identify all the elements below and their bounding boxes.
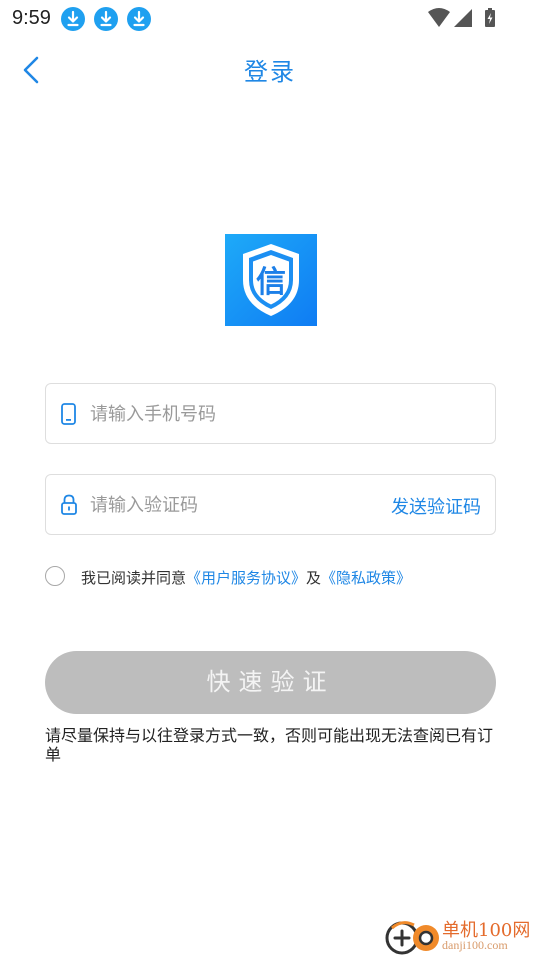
status-bar: 9:59 bbox=[0, 0, 540, 36]
app-logo: 信 bbox=[225, 234, 317, 326]
user-agreement-link[interactable]: 《用户服务协议》 bbox=[186, 569, 306, 587]
watermark-logo-icon bbox=[384, 916, 442, 958]
status-time: 9:59 bbox=[12, 7, 51, 29]
download-icon bbox=[61, 7, 85, 31]
signal-icon bbox=[454, 9, 472, 27]
agreement-conjunction: 及 bbox=[306, 569, 322, 587]
watermark: 单机100网 danji100.com bbox=[384, 914, 534, 958]
send-code-button[interactable]: 发送验证码 bbox=[391, 493, 481, 519]
shield-icon: 信 bbox=[243, 244, 299, 316]
page-title: 登录 bbox=[244, 58, 296, 86]
watermark-subtitle: danji100.com bbox=[442, 938, 508, 952]
phone-field bbox=[45, 383, 496, 444]
agreement-prefix: 我已阅读并同意 bbox=[81, 569, 187, 587]
logo-glyph: 信 bbox=[256, 265, 286, 300]
download-icon bbox=[127, 7, 151, 31]
hint-text: 请尽量保持与以往登录方式一致，否则可能出现无法查阅已有订单 bbox=[45, 726, 494, 764]
agreement-row: 我已阅读并同意《用户服务协议》及《隐私政策》 bbox=[45, 565, 505, 589]
code-field: 发送验证码 bbox=[45, 474, 496, 535]
phone-icon bbox=[60, 403, 78, 425]
battery-icon bbox=[485, 8, 495, 27]
download-icon bbox=[94, 7, 118, 31]
code-input[interactable] bbox=[90, 485, 390, 525]
status-icons bbox=[428, 7, 500, 29]
agreement-text: 我已阅读并同意《用户服务协议》及《隐私政策》 bbox=[81, 567, 411, 588]
quick-verify-button[interactable]: 快速验证 bbox=[45, 651, 496, 714]
privacy-policy-link[interactable]: 《隐私政策》 bbox=[321, 569, 411, 587]
nav-bar: 登录 bbox=[0, 40, 540, 98]
phone-input[interactable] bbox=[90, 394, 390, 434]
wifi-icon bbox=[428, 8, 450, 27]
agreement-checkbox[interactable] bbox=[45, 566, 65, 586]
lock-icon bbox=[60, 494, 78, 516]
login-page: 9:59 登录 信 请输入手机号码 请输入验证码 发送验证码 我已阅读并同意《用… bbox=[0, 0, 540, 960]
